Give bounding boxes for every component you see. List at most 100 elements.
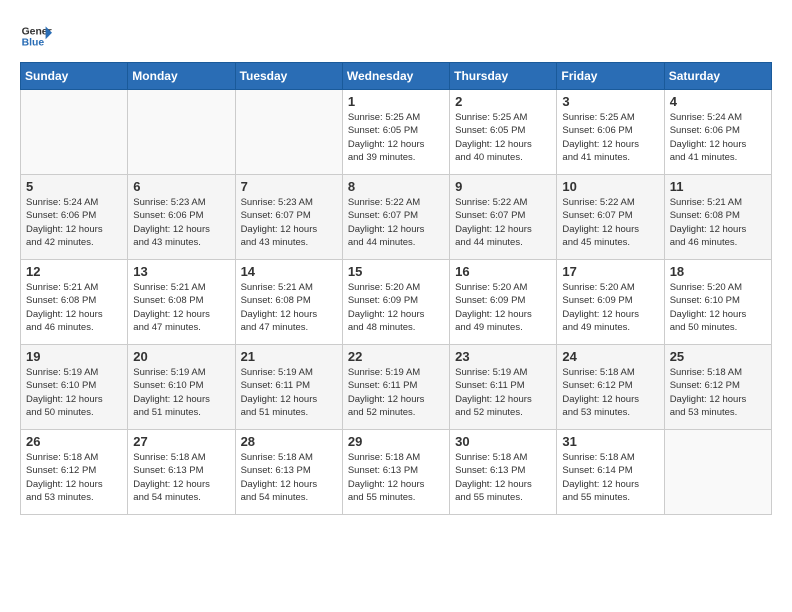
day-number: 10 [562,179,658,194]
calendar-cell: 1 Sunrise: 5:25 AM Sunset: 6:05 PM Daylig… [342,90,449,175]
day-number: 25 [670,349,766,364]
weekday-header: Monday [128,63,235,90]
calendar-cell: 28 Sunrise: 5:18 AM Sunset: 6:13 PM Dayli… [235,430,342,515]
calendar-cell: 9 Sunrise: 5:22 AM Sunset: 6:07 PM Daylig… [450,175,557,260]
day-number: 2 [455,94,551,109]
calendar-week-row: 19 Sunrise: 5:19 AM Sunset: 6:10 PM Dayli… [21,345,772,430]
calendar-cell: 19 Sunrise: 5:19 AM Sunset: 6:10 PM Dayli… [21,345,128,430]
calendar-cell: 7Sunrise: 5:23 AM Sunset: 6:07 PM Daylig… [235,175,342,260]
calendar-cell: 17 Sunrise: 5:20 AM Sunset: 6:09 PM Dayli… [557,260,664,345]
cell-info: Sunrise: 5:25 AM Sunset: 6:05 PM Dayligh… [455,111,551,164]
cell-info: Sunrise: 5:20 AM Sunset: 6:09 PM Dayligh… [562,281,658,334]
calendar-cell: 27 Sunrise: 5:18 AM Sunset: 6:13 PM Dayli… [128,430,235,515]
day-number: 11 [670,179,766,194]
cell-info: Sunrise: 5:22 AM Sunset: 6:07 PM Dayligh… [348,196,444,249]
calendar-cell: 26 Sunrise: 5:18 AM Sunset: 6:12 PM Dayli… [21,430,128,515]
calendar-table: SundayMondayTuesdayWednesdayThursdayFrid… [20,62,772,515]
cell-info: Sunrise: 5:24 AM Sunset: 6:06 PM Dayligh… [26,196,122,249]
calendar-cell: 8 Sunrise: 5:22 AM Sunset: 6:07 PM Daylig… [342,175,449,260]
day-number: 12 [26,264,122,279]
day-number: 3 [562,94,658,109]
day-number: 8 [348,179,444,194]
day-number: 6 [133,179,229,194]
calendar-body: 1 Sunrise: 5:25 AM Sunset: 6:05 PM Daylig… [21,90,772,515]
calendar-header: SundayMondayTuesdayWednesdayThursdayFrid… [21,63,772,90]
cell-info: Sunrise: 5:19 AM Sunset: 6:11 PM Dayligh… [241,366,337,419]
cell-info: Sunrise: 5:18 AM Sunset: 6:13 PM Dayligh… [455,451,551,504]
calendar-cell: 31 Sunrise: 5:18 AM Sunset: 6:14 PM Dayli… [557,430,664,515]
day-number: 29 [348,434,444,449]
calendar-cell: 16 Sunrise: 5:20 AM Sunset: 6:09 PM Dayli… [450,260,557,345]
weekday-header: Saturday [664,63,771,90]
calendar-cell [664,430,771,515]
day-number: 19 [26,349,122,364]
weekday-header: Wednesday [342,63,449,90]
day-number: 23 [455,349,551,364]
logo: General Blue [20,20,52,52]
calendar-cell: 22 Sunrise: 5:19 AM Sunset: 6:11 PM Dayli… [342,345,449,430]
day-number: 13 [133,264,229,279]
cell-info: Sunrise: 5:20 AM Sunset: 6:09 PM Dayligh… [455,281,551,334]
cell-info: Sunrise: 5:22 AM Sunset: 6:07 PM Dayligh… [455,196,551,249]
logo-icon: General Blue [20,20,52,52]
cell-info: Sunrise: 5:22 AM Sunset: 6:07 PM Dayligh… [562,196,658,249]
cell-info: Sunrise: 5:21 AM Sunset: 6:08 PM Dayligh… [133,281,229,334]
day-number: 16 [455,264,551,279]
day-number: 15 [348,264,444,279]
calendar-cell [21,90,128,175]
day-number: 7 [241,179,337,194]
calendar-week-row: 26 Sunrise: 5:18 AM Sunset: 6:12 PM Dayli… [21,430,772,515]
cell-info: Sunrise: 5:18 AM Sunset: 6:12 PM Dayligh… [26,451,122,504]
cell-info: Sunrise: 5:18 AM Sunset: 6:12 PM Dayligh… [670,366,766,419]
svg-text:Blue: Blue [22,38,45,49]
day-number: 18 [670,264,766,279]
calendar-cell: 29Sunrise: 5:18 AM Sunset: 6:13 PM Dayli… [342,430,449,515]
day-number: 26 [26,434,122,449]
cell-info: Sunrise: 5:18 AM Sunset: 6:14 PM Dayligh… [562,451,658,504]
day-number: 30 [455,434,551,449]
calendar-cell: 23 Sunrise: 5:19 AM Sunset: 6:11 PM Dayli… [450,345,557,430]
cell-info: Sunrise: 5:21 AM Sunset: 6:08 PM Dayligh… [26,281,122,334]
day-number: 9 [455,179,551,194]
day-number: 31 [562,434,658,449]
cell-info: Sunrise: 5:19 AM Sunset: 6:10 PM Dayligh… [26,366,122,419]
cell-info: Sunrise: 5:18 AM Sunset: 6:13 PM Dayligh… [241,451,337,504]
cell-info: Sunrise: 5:19 AM Sunset: 6:11 PM Dayligh… [455,366,551,419]
cell-info: Sunrise: 5:25 AM Sunset: 6:06 PM Dayligh… [562,111,658,164]
cell-info: Sunrise: 5:19 AM Sunset: 6:11 PM Dayligh… [348,366,444,419]
cell-info: Sunrise: 5:23 AM Sunset: 6:06 PM Dayligh… [133,196,229,249]
calendar-cell: 5 Sunrise: 5:24 AM Sunset: 6:06 PM Daylig… [21,175,128,260]
cell-info: Sunrise: 5:18 AM Sunset: 6:13 PM Dayligh… [133,451,229,504]
calendar-cell: 6 Sunrise: 5:23 AM Sunset: 6:06 PM Daylig… [128,175,235,260]
cell-info: Sunrise: 5:25 AM Sunset: 6:05 PM Dayligh… [348,111,444,164]
calendar-cell: 4 Sunrise: 5:24 AM Sunset: 6:06 PM Daylig… [664,90,771,175]
calendar-cell: 14Sunrise: 5:21 AM Sunset: 6:08 PM Dayli… [235,260,342,345]
calendar-cell: 3 Sunrise: 5:25 AM Sunset: 6:06 PM Daylig… [557,90,664,175]
calendar-cell: 11 Sunrise: 5:21 AM Sunset: 6:08 PM Dayli… [664,175,771,260]
day-number: 1 [348,94,444,109]
day-number: 22 [348,349,444,364]
calendar-cell: 30 Sunrise: 5:18 AM Sunset: 6:13 PM Dayli… [450,430,557,515]
weekday-header: Tuesday [235,63,342,90]
cell-info: Sunrise: 5:21 AM Sunset: 6:08 PM Dayligh… [670,196,766,249]
calendar-cell [128,90,235,175]
day-number: 4 [670,94,766,109]
day-number: 5 [26,179,122,194]
calendar-cell: 13 Sunrise: 5:21 AM Sunset: 6:08 PM Dayli… [128,260,235,345]
page-header: General Blue [20,20,772,52]
calendar-week-row: 1 Sunrise: 5:25 AM Sunset: 6:05 PM Daylig… [21,90,772,175]
weekday-header: Friday [557,63,664,90]
cell-info: Sunrise: 5:21 AM Sunset: 6:08 PM Dayligh… [241,281,337,334]
day-number: 17 [562,264,658,279]
calendar-cell: 18Sunrise: 5:20 AM Sunset: 6:10 PM Dayli… [664,260,771,345]
calendar-week-row: 12 Sunrise: 5:21 AM Sunset: 6:08 PM Dayli… [21,260,772,345]
cell-info: Sunrise: 5:24 AM Sunset: 6:06 PM Dayligh… [670,111,766,164]
header-row: SundayMondayTuesdayWednesdayThursdayFrid… [21,63,772,90]
calendar-cell: 2 Sunrise: 5:25 AM Sunset: 6:05 PM Daylig… [450,90,557,175]
cell-info: Sunrise: 5:18 AM Sunset: 6:12 PM Dayligh… [562,366,658,419]
day-number: 27 [133,434,229,449]
day-number: 24 [562,349,658,364]
calendar-cell [235,90,342,175]
day-number: 28 [241,434,337,449]
day-number: 20 [133,349,229,364]
